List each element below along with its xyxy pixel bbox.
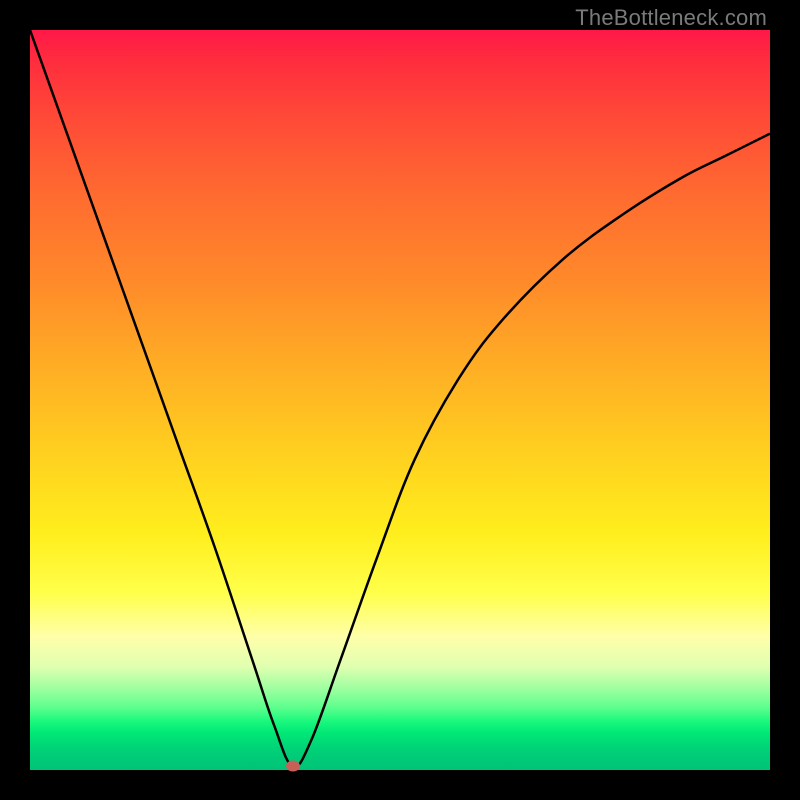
optimum-marker	[286, 761, 300, 772]
watermark-text: TheBottleneck.com	[575, 5, 767, 31]
bottleneck-curve	[30, 30, 770, 770]
